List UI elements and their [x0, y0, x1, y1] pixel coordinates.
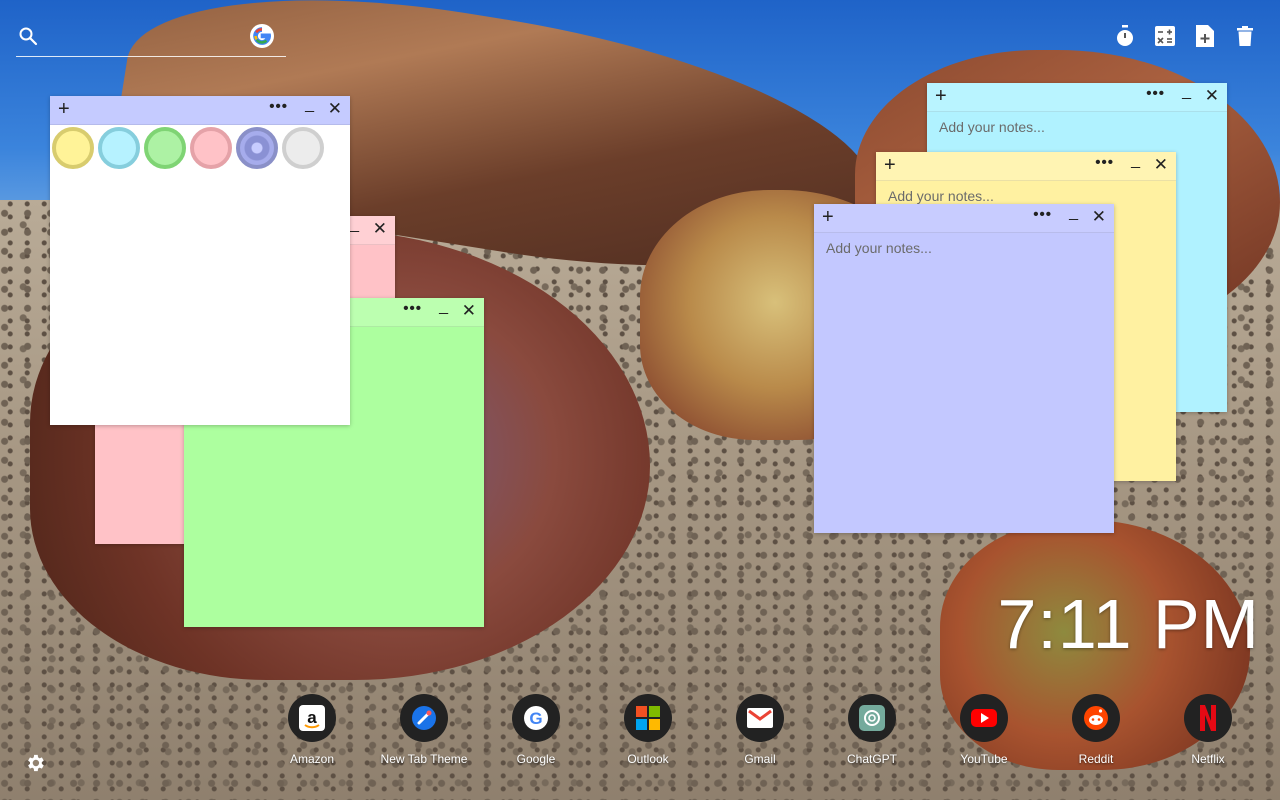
- note-close-button[interactable]: ✕: [1154, 156, 1168, 173]
- shortcut-dock: a Amazon New Tab Theme G Google Outlook …: [256, 694, 1264, 766]
- clock-time: 7:11 PM: [997, 585, 1260, 663]
- note-add-button[interactable]: +: [935, 86, 947, 106]
- shortcut-amazon[interactable]: a Amazon: [256, 694, 368, 766]
- color-swatch-green[interactable]: [144, 127, 186, 169]
- calculator-icon[interactable]: [1154, 24, 1176, 48]
- shortcut-gmail[interactable]: Gmail: [704, 694, 816, 766]
- color-swatch-gray[interactable]: [282, 127, 324, 169]
- note-more-button[interactable]: •••: [403, 300, 422, 317]
- note-minimize-button[interactable]: _: [1131, 152, 1140, 170]
- shortcut-label: Reddit: [1078, 752, 1114, 766]
- shortcut-new-tab-theme[interactable]: New Tab Theme: [368, 694, 480, 766]
- note-close-button[interactable]: ✕: [1092, 208, 1106, 225]
- search-bar: [16, 22, 286, 57]
- trash-icon[interactable]: [1234, 24, 1256, 48]
- google-icon: G: [512, 694, 560, 742]
- shortcut-netflix[interactable]: Netflix: [1152, 694, 1264, 766]
- google-search-engine-icon[interactable]: [250, 24, 274, 48]
- shortcut-youtube[interactable]: YouTube: [928, 694, 1040, 766]
- note-minimize-button[interactable]: _: [1182, 83, 1191, 101]
- color-swatch-pink[interactable]: [190, 127, 232, 169]
- shortcut-label: ChatGPT: [846, 752, 897, 766]
- note-add-button[interactable]: +: [884, 155, 896, 175]
- note-header[interactable]: + ••• _ ✕: [927, 83, 1227, 112]
- note-minimize-button[interactable]: _: [305, 96, 314, 114]
- color-swatch-cyan[interactable]: [98, 127, 140, 169]
- note-close-button[interactable]: ✕: [1205, 87, 1219, 104]
- svg-text:G: G: [529, 709, 542, 728]
- note-header[interactable]: + ••• _ ✕: [876, 152, 1176, 181]
- shortcut-label: Outlook: [627, 752, 669, 766]
- note-minimize-button[interactable]: _: [1069, 204, 1078, 222]
- shortcut-label: Google: [516, 752, 556, 766]
- note-text-area[interactable]: [824, 238, 1104, 523]
- new-tab-theme-icon: [400, 694, 448, 742]
- chatgpt-icon: [848, 694, 896, 742]
- svg-text:a: a: [307, 708, 317, 727]
- note-header[interactable]: + ••• _ ✕: [50, 96, 350, 125]
- shortcut-label: Netflix: [1191, 752, 1225, 766]
- shortcut-label: Amazon: [289, 752, 335, 766]
- note-add-button[interactable]: +: [822, 207, 834, 227]
- note-more-button[interactable]: •••: [1033, 206, 1052, 223]
- note-more-button[interactable]: •••: [1146, 85, 1165, 102]
- note-more-button[interactable]: •••: [1095, 154, 1114, 171]
- shortcut-reddit[interactable]: Reddit: [1040, 694, 1152, 766]
- top-toolbar: [1114, 24, 1256, 48]
- shortcut-google[interactable]: G Google: [480, 694, 592, 766]
- amazon-icon: a: [288, 694, 336, 742]
- note-add-button[interactable]: +: [58, 99, 70, 119]
- outlook-icon: [624, 694, 672, 742]
- shortcut-outlook[interactable]: Outlook: [592, 694, 704, 766]
- color-swatch-yellow[interactable]: [52, 127, 94, 169]
- new-note-icon[interactable]: [1194, 24, 1216, 48]
- shortcut-label: New Tab Theme: [380, 752, 468, 766]
- search-input[interactable]: [50, 26, 254, 52]
- shortcut-label: Gmail: [744, 752, 776, 766]
- netflix-icon: [1184, 694, 1232, 742]
- shortcut-chatgpt[interactable]: ChatGPT: [816, 694, 928, 766]
- gmail-icon: [736, 694, 784, 742]
- reddit-icon: [1072, 694, 1120, 742]
- sticky-note-white[interactable]: + ••• _ ✕: [50, 96, 350, 425]
- timer-icon[interactable]: [1114, 24, 1136, 48]
- note-close-button[interactable]: ✕: [373, 220, 387, 237]
- color-swatch-blue-selected[interactable]: [236, 127, 278, 169]
- shortcut-label: YouTube: [960, 752, 1008, 766]
- youtube-icon: [960, 694, 1008, 742]
- search-icon[interactable]: [18, 26, 38, 46]
- note-minimize-button[interactable]: _: [350, 216, 359, 234]
- note-more-button[interactable]: •••: [269, 98, 288, 115]
- note-close-button[interactable]: ✕: [462, 302, 476, 319]
- note-color-picker: [50, 124, 326, 172]
- note-close-button[interactable]: ✕: [328, 100, 342, 117]
- note-header[interactable]: + ••• _ ✕: [814, 204, 1114, 233]
- sticky-note-blue[interactable]: + ••• _ ✕: [814, 204, 1114, 533]
- gear-icon[interactable]: [24, 752, 48, 776]
- note-minimize-button[interactable]: _: [439, 298, 448, 316]
